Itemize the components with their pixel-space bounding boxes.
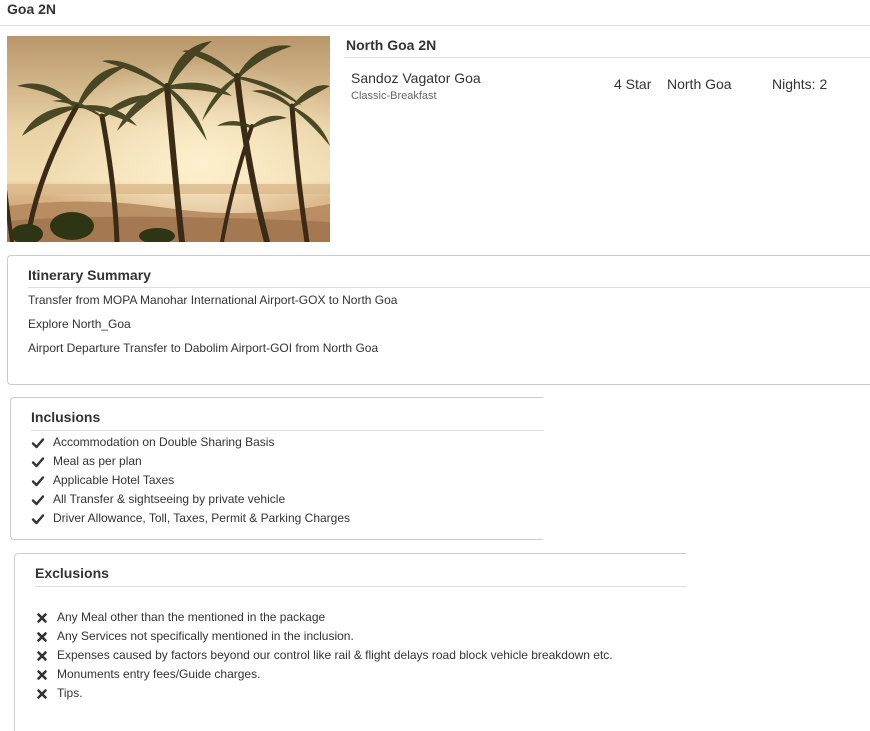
inclusion-text: Applicable Hotel Taxes bbox=[53, 473, 175, 487]
check-icon bbox=[31, 514, 45, 525]
meal-plan: Classic-Breakfast bbox=[351, 90, 437, 102]
check-icon bbox=[31, 457, 45, 468]
exclusions-title: Exclusions bbox=[35, 565, 109, 581]
itinerary-item: Explore North_Goa bbox=[28, 317, 131, 331]
exclusion-text: Monuments entry fees/Guide charges. bbox=[57, 667, 261, 681]
exclusion-text: Tips. bbox=[57, 686, 83, 700]
cross-icon bbox=[37, 632, 47, 642]
cross-icon bbox=[37, 613, 47, 623]
package-title: Goa 2N bbox=[7, 1, 57, 17]
hotel-name: Sandoz Vagator Goa bbox=[351, 70, 481, 86]
cross-icon bbox=[37, 689, 47, 699]
hotel-divider bbox=[344, 57, 870, 58]
inclusion-text: Accommodation on Double Sharing Basis bbox=[53, 435, 275, 449]
exclusion-text: Expenses caused by factors beyond our co… bbox=[57, 648, 613, 662]
title-divider bbox=[0, 25, 870, 26]
palm-beach-illustration bbox=[7, 36, 330, 242]
inclusion-text: All Transfer & sightseeing by private ve… bbox=[53, 492, 286, 506]
hotel-image bbox=[7, 36, 330, 242]
itinerary-title: Itinerary Summary bbox=[28, 267, 151, 283]
hotel-section-heading: North Goa 2N bbox=[346, 37, 437, 53]
check-icon bbox=[31, 495, 45, 506]
cross-icon bbox=[37, 670, 47, 680]
exclusions-divider bbox=[35, 586, 687, 587]
inclusion-text: Driver Allowance, Toll, Taxes, Permit & … bbox=[53, 511, 351, 525]
exclusions-panel: Exclusions Any Meal other than the menti… bbox=[14, 553, 687, 731]
hotel-rating: 4 Star bbox=[614, 76, 652, 92]
exclusion-text: Any Services not specifically mentioned … bbox=[57, 629, 354, 643]
itinerary-item: Transfer from MOPA Manohar International… bbox=[28, 293, 398, 307]
inclusion-text: Meal as per plan bbox=[53, 454, 142, 468]
hotel-location: North Goa bbox=[667, 76, 732, 92]
itinerary-item: Airport Departure Transfer to Dabolim Ai… bbox=[28, 341, 379, 355]
check-icon bbox=[31, 476, 45, 487]
itinerary-divider bbox=[28, 287, 870, 288]
exclusion-text: Any Meal other than the mentioned in the… bbox=[57, 610, 326, 624]
nights-count: Nights: 2 bbox=[772, 76, 828, 92]
check-icon bbox=[31, 438, 45, 449]
inclusions-divider bbox=[31, 430, 544, 431]
cross-icon bbox=[37, 651, 47, 661]
itinerary-summary-panel: Itinerary Summary Transfer from MOPA Man… bbox=[7, 255, 870, 385]
inclusions-panel: Inclusions Accommodation on Double Shari… bbox=[10, 397, 544, 540]
inclusions-title: Inclusions bbox=[31, 409, 101, 425]
